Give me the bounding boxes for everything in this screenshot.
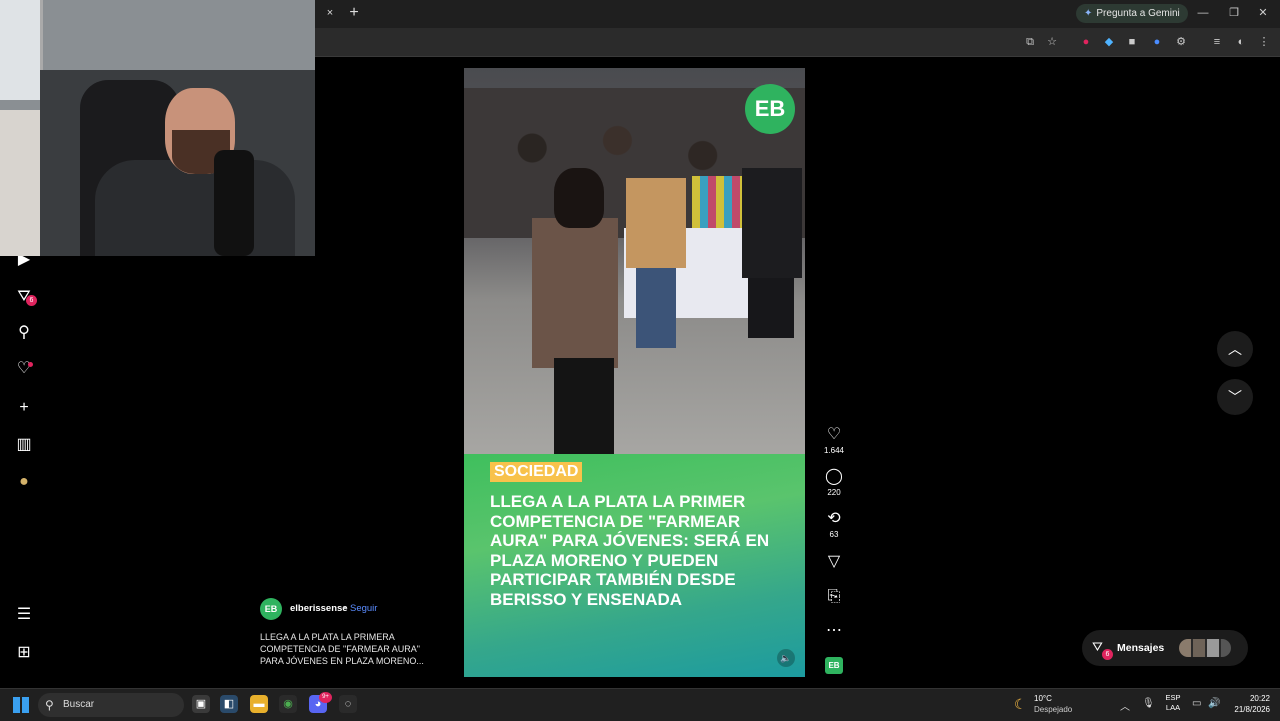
webcam-window bbox=[0, 0, 43, 100]
language-code: ESP bbox=[1165, 693, 1181, 702]
search-icon[interactable]: ⚲ bbox=[14, 323, 34, 343]
send-icon: ▽ bbox=[827, 553, 841, 570]
language-indicator[interactable]: ESP LAA bbox=[1163, 693, 1183, 713]
eb-logo: EB bbox=[745, 84, 795, 134]
clock[interactable]: 20:22 21/8/2026 bbox=[1222, 693, 1270, 715]
gemini-button[interactable]: ✦ Pregunta a Gemini bbox=[1076, 4, 1188, 23]
task-view-icon[interactable]: ▣ bbox=[192, 695, 210, 713]
extensions-puzzle-icon[interactable]: ⚙ bbox=[1173, 34, 1189, 50]
previous-video-button[interactable]: ︿ bbox=[1217, 331, 1253, 367]
video-person-black bbox=[742, 138, 802, 338]
volume-tray-icon[interactable]: 🔊 bbox=[1208, 698, 1220, 709]
more-options-button[interactable]: ⋯ bbox=[820, 622, 848, 640]
minimize-icon[interactable]: — bbox=[1195, 6, 1211, 20]
clock-date: 21/8/2026 bbox=[1234, 705, 1270, 714]
obs-icon[interactable]: ◌ bbox=[339, 695, 357, 713]
repost-icon: ⟲ bbox=[827, 510, 841, 527]
repost-button[interactable]: ⟲ 63 bbox=[820, 510, 848, 540]
language-layout: LAA bbox=[1165, 703, 1181, 712]
post-description: LLEGA A LA PLATA LA PRIMERA COMPETENCIA … bbox=[260, 632, 424, 666]
profile-icon[interactable]: ◐ bbox=[1233, 34, 1249, 50]
separator-dot: • bbox=[343, 603, 347, 614]
webcam-bottle bbox=[214, 150, 254, 256]
install-app-icon[interactable]: ⧉ bbox=[1022, 34, 1038, 50]
tray-chevron-icon[interactable]: ︿ bbox=[1120, 698, 1130, 713]
heart-icon: ♡ bbox=[826, 426, 842, 443]
microphone-icon[interactable]: 🎙 bbox=[1142, 698, 1155, 709]
share-button[interactable]: ▽ bbox=[820, 553, 848, 571]
bookmark-icon: ⎘ bbox=[827, 588, 841, 605]
weather-desc: Despejado bbox=[1034, 705, 1073, 714]
create-plus-icon[interactable]: + bbox=[14, 398, 34, 418]
close-window-icon[interactable]: ✕ bbox=[1255, 6, 1271, 20]
clock-time: 20:22 bbox=[1249, 694, 1270, 703]
volume-icon[interactable]: 🔈 bbox=[777, 649, 795, 667]
follow-button[interactable]: Seguir bbox=[350, 603, 377, 614]
menu-icon[interactable]: ☰ bbox=[14, 605, 34, 625]
restore-icon[interactable]: ❐ bbox=[1226, 6, 1242, 20]
extension-blue-icon[interactable]: ● bbox=[1149, 34, 1165, 50]
video-dancer bbox=[494, 168, 624, 454]
search-icon: ⚲ bbox=[45, 698, 54, 712]
video-player[interactable]: EB SOCIEDAD LLEGA A LA PLATA LA PRIMER C… bbox=[464, 68, 805, 677]
comment-count: 220 bbox=[827, 488, 841, 497]
chrome-icon[interactable]: ◉ bbox=[279, 695, 297, 713]
extension-red-icon[interactable]: ● bbox=[1078, 34, 1094, 50]
close-tab-icon[interactable]: × bbox=[323, 6, 337, 20]
taskbar-search-placeholder: Buscar bbox=[63, 699, 95, 710]
webcam-shirt bbox=[95, 160, 295, 256]
profile-avatar-icon[interactable]: ● bbox=[14, 472, 34, 492]
extension-w-icon[interactable]: ■ bbox=[1124, 34, 1140, 50]
category-tag: SOCIEDAD bbox=[490, 462, 583, 482]
audio-source-avatar[interactable]: EB bbox=[825, 657, 843, 674]
file-explorer-icon[interactable]: ▬ bbox=[250, 695, 268, 713]
video-caption-panel: SOCIEDAD LLEGA A LA PLATA LA PRIMER COMP… bbox=[464, 454, 805, 677]
messages-avatars bbox=[1179, 639, 1231, 657]
app-icon[interactable]: ◧ bbox=[220, 695, 238, 713]
repost-count: 63 bbox=[829, 530, 839, 539]
new-tab-button[interactable]: + bbox=[346, 4, 362, 22]
apps-grid-icon[interactable]: ⊞ bbox=[14, 643, 34, 663]
discord-badge: 9+ bbox=[319, 692, 332, 703]
gemini-label: Pregunta a Gemini bbox=[1096, 8, 1180, 19]
author-username[interactable]: elberissense bbox=[290, 603, 348, 614]
gemini-sparkle-icon: ✦ bbox=[1084, 8, 1093, 19]
author-avatar[interactable]: EB bbox=[260, 598, 282, 620]
filter-badge: 6 bbox=[26, 295, 37, 306]
more-dots-icon: ⋯ bbox=[826, 622, 842, 639]
stats-icon[interactable]: ▥ bbox=[14, 435, 34, 455]
windows-start-icon[interactable] bbox=[13, 697, 29, 713]
video-frame: EB bbox=[464, 68, 805, 454]
weather-widget[interactable]: ☾ 10°C Despejado bbox=[1014, 693, 1104, 717]
comment-icon: ◯ bbox=[825, 468, 843, 485]
bookmark-star-icon[interactable]: ☆ bbox=[1044, 34, 1060, 50]
moon-icon: ☾ bbox=[1014, 696, 1027, 712]
notification-dot bbox=[28, 362, 33, 367]
video-person-jacket bbox=[626, 148, 686, 348]
webcam-overlay bbox=[0, 0, 315, 256]
messages-label: Mensajes bbox=[1117, 642, 1165, 654]
browser-menu-icon[interactable]: ⋮ bbox=[1256, 34, 1272, 50]
video-toys bbox=[692, 176, 746, 228]
weather-temp: 10°C bbox=[1034, 694, 1052, 703]
next-video-button[interactable]: ﹀ bbox=[1217, 379, 1253, 415]
comment-button[interactable]: ◯ 220 bbox=[820, 468, 848, 498]
save-button[interactable]: ⎘ bbox=[820, 588, 848, 606]
taskbar-search[interactable]: ⚲ Buscar bbox=[38, 693, 184, 717]
messages-button[interactable]: ⛛ 6 Mensajes bbox=[1082, 630, 1248, 666]
windows-taskbar: ⚲ Buscar ▣ ◧ ▬ ◉ ◕ 9+ ◌ ☾ 10°C Despejado… bbox=[0, 688, 1280, 721]
messages-badge: 6 bbox=[1102, 649, 1113, 660]
like-count: 1.644 bbox=[823, 446, 845, 455]
network-icon[interactable]: ▭ bbox=[1192, 698, 1201, 709]
video-headline: LLEGA A LA PLATA LA PRIMER COMPETENCIA D… bbox=[490, 492, 770, 609]
like-button[interactable]: ♡ 1.644 bbox=[820, 426, 848, 456]
extension-translate-icon[interactable]: ◆ bbox=[1101, 34, 1117, 50]
reading-list-icon[interactable]: ≡ bbox=[1209, 34, 1225, 50]
